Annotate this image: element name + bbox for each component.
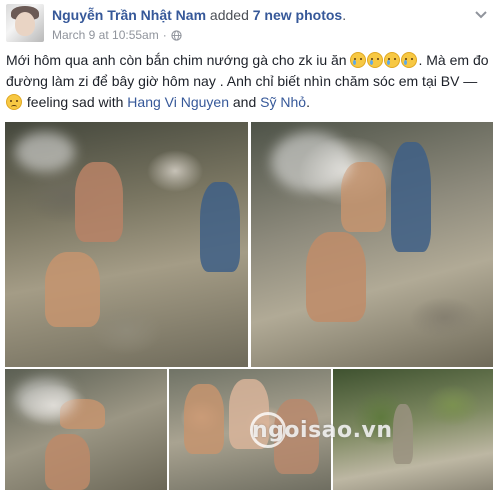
tag-link[interactable]: Hang Vi Nguyen [127,94,229,110]
post-end: . [306,94,310,110]
watermark-text: ngoisao.vn [252,418,393,443]
photos-link[interactable]: 7 new photos [253,7,342,23]
and-text: and [229,94,261,110]
crying-emoji-icon [350,52,367,68]
person-figure [75,162,123,242]
person-figure [306,232,366,322]
post-header: Nguyễn Trần Nhật Nam added 7 new photos.… [6,4,491,46]
person-figure [391,142,431,252]
person-figure [393,404,413,464]
person-figure [45,252,100,327]
post-body: Mới hôm qua anh còn bắn chim nướng gà ch… [6,50,490,113]
smoke [15,132,75,172]
person-figure [184,384,224,454]
tag-link[interactable]: Sỹ Nhỏ [260,94,306,110]
timestamp-link[interactable]: March 9 at 10:55am [52,28,159,42]
post-meta: March 9 at 10:55am · [52,28,182,42]
person-figure [200,182,240,272]
smoke [15,379,75,419]
period: . [342,7,347,23]
sad-emoji-icon [6,94,22,110]
crying-emoji-icon [384,52,401,68]
post-title-line: Nguyễn Trần Nhật Nam added 7 new photos. [52,7,346,23]
crying-emoji-icon [367,52,384,68]
action-text: added [206,7,253,23]
avatar-face [15,12,35,36]
chevron-down-icon[interactable] [475,10,487,20]
globe-icon[interactable] [171,29,182,41]
person-figure [45,434,90,490]
meta-separator: · [162,28,167,42]
author-name-link[interactable]: Nguyễn Trần Nhật Nam [52,7,206,23]
photo-1[interactable] [5,122,248,367]
avatar[interactable] [6,4,44,42]
photo-2[interactable] [251,122,493,367]
post-text-part1: Mới hôm qua anh còn bắn chim nướng gà ch… [6,52,351,68]
crying-emoji-icon [401,52,418,68]
photo-3[interactable] [5,369,167,490]
smoke [271,132,351,192]
feeling-text: feeling sad with [23,94,128,110]
